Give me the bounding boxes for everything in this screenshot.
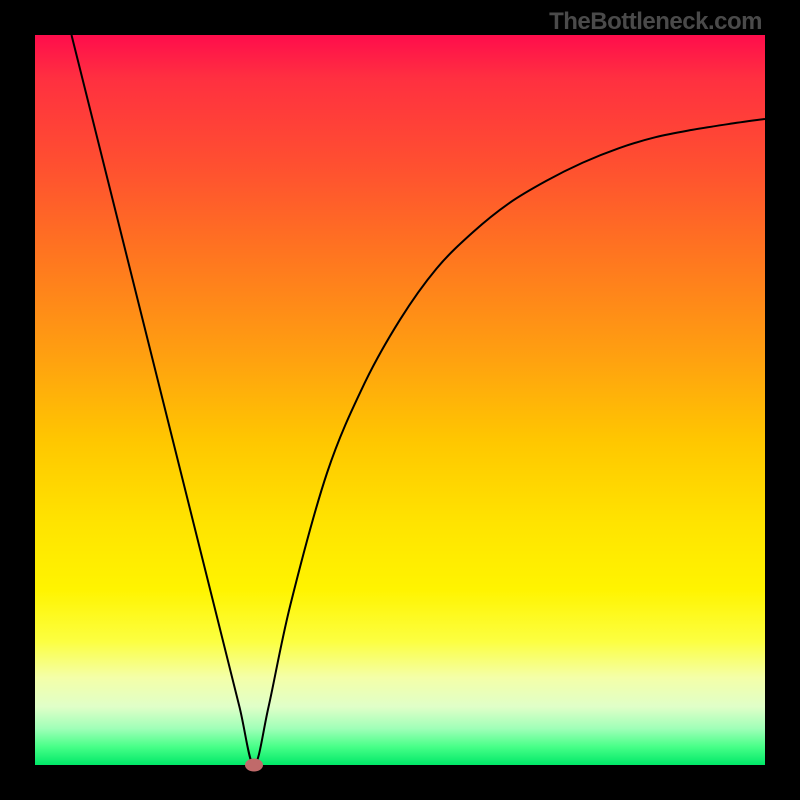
minimum-marker xyxy=(245,759,263,772)
chart-container: TheBottleneck.com xyxy=(0,0,800,800)
watermark: TheBottleneck.com xyxy=(549,8,762,36)
plot-background xyxy=(35,35,765,765)
